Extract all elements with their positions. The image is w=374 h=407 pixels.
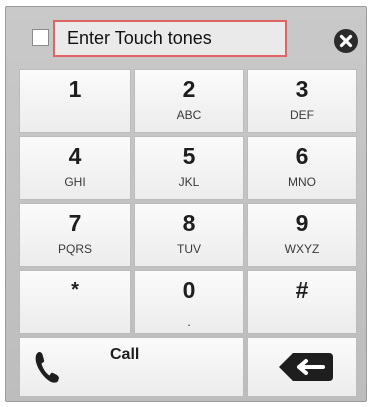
key-letters: MNO	[288, 175, 316, 189]
key-letters: PQRS	[57, 242, 92, 256]
key-3[interactable]: 3 DEF	[247, 69, 357, 133]
key-digit: 0	[182, 277, 196, 303]
key-6[interactable]: 6 MNO	[247, 136, 357, 200]
key-letters: .	[187, 314, 191, 329]
key-0[interactable]: 0 .	[134, 270, 244, 334]
touch-tone-dialpad: 1 2 ABC 3 DEF 4 GHI 5 JKL 6 MNO 7 PQRS 8…	[5, 6, 367, 402]
key-letters: TUV	[177, 242, 201, 256]
backspace-icon	[277, 351, 335, 388]
call-button[interactable]: Call	[19, 337, 244, 397]
key-hash[interactable]: #	[247, 270, 357, 334]
touch-tones-input[interactable]	[53, 20, 287, 57]
key-1[interactable]: 1	[19, 69, 131, 133]
key-4[interactable]: 4 GHI	[19, 136, 131, 200]
key-digit: 1	[68, 76, 82, 102]
key-digit: 8	[182, 210, 196, 236]
key-letters: DEF	[290, 108, 314, 122]
key-8[interactable]: 8 TUV	[134, 203, 244, 267]
key-letters: ABC	[176, 108, 202, 122]
key-letters: GHI	[64, 175, 86, 189]
key-digit: 7	[68, 210, 82, 236]
key-5[interactable]: 5 JKL	[134, 136, 244, 200]
key-digit: 9	[295, 210, 309, 236]
key-digit: 4	[68, 143, 82, 169]
touch-tones-checkbox[interactable]	[32, 29, 49, 46]
backspace-button[interactable]	[247, 337, 357, 397]
key-digit: #	[295, 277, 309, 303]
call-label: Call	[110, 346, 140, 363]
key-9[interactable]: 9 WXYZ	[247, 203, 357, 267]
key-star[interactable]: *	[19, 270, 131, 334]
key-digit: 6	[295, 143, 309, 169]
key-digit: 2	[182, 76, 196, 102]
close-button[interactable]	[334, 29, 358, 53]
key-digit: 5	[182, 143, 196, 169]
key-2[interactable]: 2 ABC	[134, 69, 244, 133]
close-icon	[339, 34, 353, 48]
phone-icon	[34, 350, 60, 389]
key-7[interactable]: 7 PQRS	[19, 203, 131, 267]
key-digit: *	[71, 279, 79, 301]
key-letters: WXYZ	[284, 242, 320, 256]
key-digit: 3	[295, 76, 309, 102]
key-letters: JKL	[178, 175, 200, 189]
